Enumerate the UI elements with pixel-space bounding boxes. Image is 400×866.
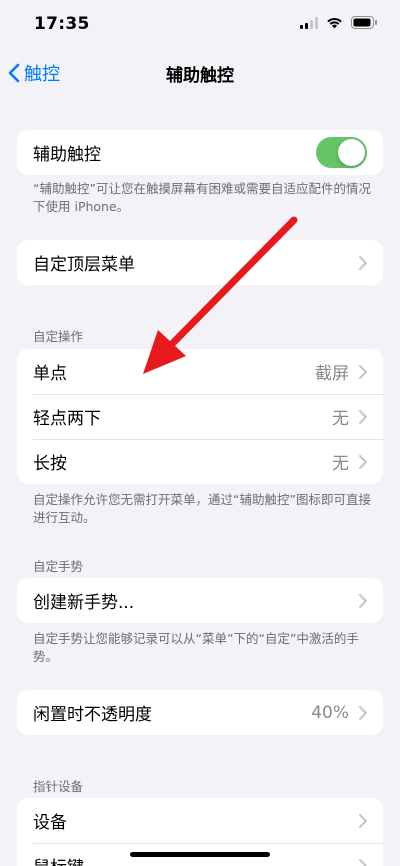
idle-opacity-row[interactable]: 闲置时不透明度 40% <box>17 690 383 735</box>
chevron-right-icon <box>359 593 367 608</box>
battery-icon <box>351 16 377 29</box>
double-tap-row[interactable]: 轻点两下 无 <box>17 394 383 439</box>
create-new-gesture-row[interactable]: 创建新手势... <box>17 578 383 623</box>
custom-actions-group: 单点 截屏 轻点两下 无 长按 无 <box>17 349 383 484</box>
status-icons <box>300 16 378 29</box>
chevron-right-icon <box>359 364 367 379</box>
top-menu-group: 自定顶层菜单 <box>17 240 383 285</box>
chevron-right-icon <box>359 255 367 270</box>
devices-label: 设备 <box>33 813 67 833</box>
custom-actions-header: 自定操作 <box>33 329 84 344</box>
page-title: 辅助触控 <box>166 66 234 86</box>
customize-top-menu-row[interactable]: 自定顶层菜单 <box>17 240 383 285</box>
chevron-right-icon <box>359 409 367 424</box>
custom-gestures-footer: 自定手势让您能够记录可以从“菜单”下的“自定”中激活的手势。 <box>33 631 359 664</box>
customize-top-menu-label: 自定顶层菜单 <box>33 255 135 275</box>
idle-opacity-label: 闲置时不透明度 <box>33 705 152 725</box>
assistive-touch-label: 辅助触控 <box>33 145 101 165</box>
double-tap-value: 无 <box>332 409 349 429</box>
toggle-knob <box>338 139 365 166</box>
double-tap-label: 轻点两下 <box>33 409 101 429</box>
assistive-touch-toggle[interactable] <box>316 137 367 168</box>
single-tap-value: 截屏 <box>315 364 349 384</box>
chevron-right-icon <box>359 454 367 469</box>
wifi-icon <box>327 17 342 28</box>
assistive-touch-footer: “辅助触控”可让您在触摸屏幕有困难或需要自适应配件的情况下使用 iPhone。 <box>33 181 371 214</box>
single-tap-row[interactable]: 单点 截屏 <box>17 349 383 394</box>
long-press-row[interactable]: 长按 无 <box>17 439 383 484</box>
custom-gestures-header: 自定手势 <box>33 559 84 574</box>
status-bar: 17:35 <box>0 0 400 50</box>
navigation-bar: 触控 辅助触控 <box>0 50 400 94</box>
cellular-signal-icon <box>300 16 318 29</box>
idle-opacity-group: 闲置时不透明度 40% <box>17 690 383 735</box>
status-time: 17:35 <box>34 14 90 34</box>
long-press-value: 无 <box>332 454 349 474</box>
assistive-touch-group: 辅助触控 <box>17 130 383 175</box>
assistive-touch-row: 辅助触控 <box>17 130 383 175</box>
chevron-right-icon <box>359 858 367 866</box>
chevron-right-icon <box>359 813 367 828</box>
chevron-right-icon <box>359 705 367 720</box>
idle-opacity-value: 40% <box>311 702 349 723</box>
create-new-gesture-label: 创建新手势... <box>33 593 135 613</box>
single-tap-label: 单点 <box>33 364 67 384</box>
pointer-devices-header: 指针设备 <box>33 779 84 794</box>
home-indicator <box>130 852 270 857</box>
long-press-label: 长按 <box>33 454 67 474</box>
custom-gestures-group: 创建新手势... <box>17 578 383 623</box>
custom-actions-footer: 自定操作允许您无需打开菜单，通过“辅助触控”图标即可直接进行互动。 <box>33 492 371 525</box>
devices-row[interactable]: 设备 <box>17 798 383 843</box>
